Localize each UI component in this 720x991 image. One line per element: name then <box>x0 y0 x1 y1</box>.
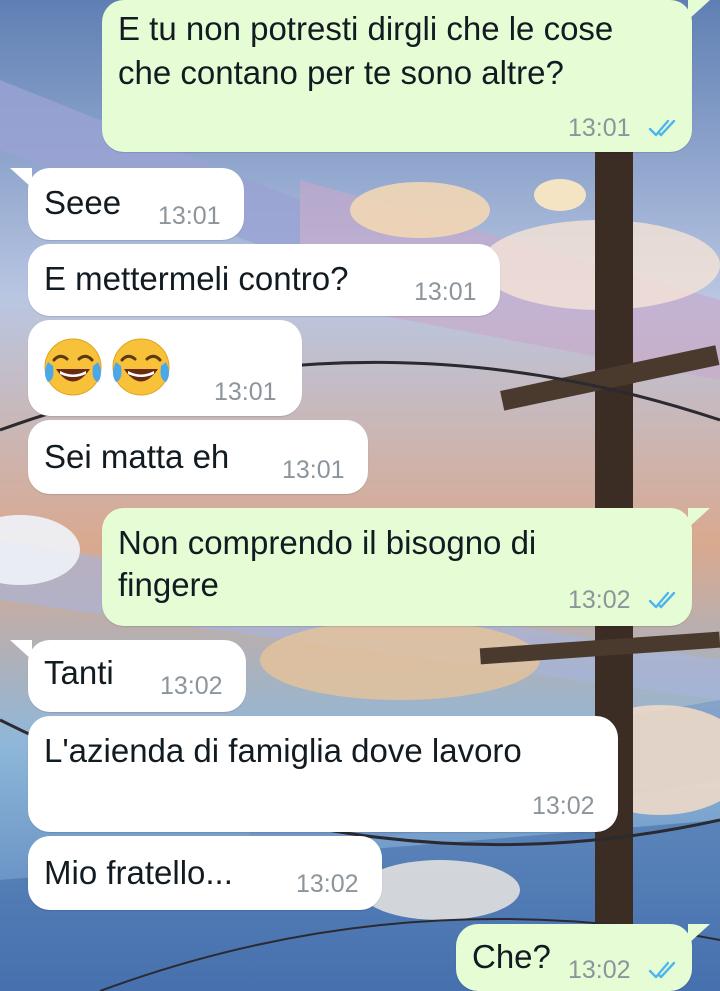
message-timestamp: 13:02 <box>296 870 359 898</box>
message-text: Seee <box>44 184 122 221</box>
message-text: L'azienda di famiglia dove lavoro <box>44 732 522 769</box>
bubble-tail <box>688 0 710 20</box>
read-receipt-icon <box>648 119 676 137</box>
message-text: fingere <box>118 566 219 603</box>
message-text: E tu non potresti dirgli che le cose <box>118 10 614 47</box>
message-text: che contano per te sono altre? <box>118 54 564 91</box>
face-with-tears-of-joy-icon <box>112 338 170 396</box>
message-text: E mettermeli contro? <box>44 260 349 297</box>
message-timestamp: 13:02 <box>160 672 223 700</box>
bubble-tail <box>688 924 710 944</box>
message-bubble-outgoing[interactable]: E tu non potresti dirgli che le cose che… <box>102 0 692 152</box>
message-bubble-incoming[interactable]: Mio fratello... 13:02 <box>28 836 382 910</box>
message-timestamp: 13:01 <box>414 278 477 306</box>
message-bubble-incoming[interactable]: Sei matta eh 13:01 <box>28 420 368 494</box>
message-timestamp: 13:01 <box>568 114 631 142</box>
message-bubble-outgoing[interactable]: Non comprendo il bisogno di fingere 13:0… <box>102 508 692 626</box>
message-timestamp: 13:02 <box>568 956 631 984</box>
read-receipt-icon <box>648 961 676 979</box>
message-text: Tanti <box>44 654 114 691</box>
message-text: Che? <box>472 938 551 975</box>
message-text: Non comprendo il bisogno di <box>118 524 537 561</box>
message-timestamp: 13:01 <box>158 202 221 230</box>
message-bubble-incoming[interactable]: Tanti 13:02 <box>28 640 246 712</box>
message-bubble-incoming[interactable]: E mettermeli contro? 13:01 <box>28 244 500 316</box>
message-timestamp: 13:02 <box>568 586 631 614</box>
read-receipt-icon <box>648 591 676 609</box>
message-bubble-incoming[interactable]: Seee 13:01 <box>28 168 244 240</box>
message-bubble-outgoing[interactable]: Che? 13:02 <box>456 924 692 991</box>
message-text: Sei matta eh <box>44 438 230 475</box>
bubble-tail <box>688 508 710 528</box>
message-timestamp: 13:02 <box>532 792 595 820</box>
message-text: Mio fratello... <box>44 854 233 891</box>
message-timestamp: 13:01 <box>282 456 345 484</box>
message-timestamp: 13:01 <box>214 378 277 406</box>
face-with-tears-of-joy-icon <box>44 338 102 396</box>
message-bubble-incoming[interactable]: L'azienda di famiglia dove lavoro 13:02 <box>28 716 618 832</box>
message-bubble-incoming[interactable]: 13:01 <box>28 320 302 416</box>
